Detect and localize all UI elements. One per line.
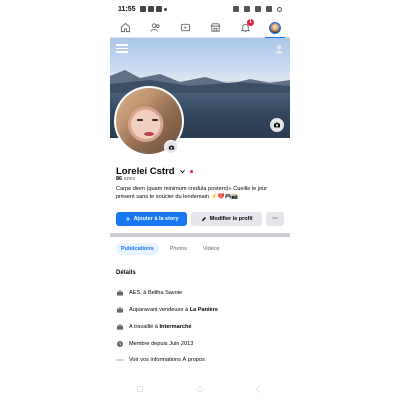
camera-icon — [274, 122, 280, 128]
plus-icon — [125, 217, 130, 221]
marketplace-icon — [210, 23, 220, 32]
friends-icon — [149, 23, 160, 32]
bluetooth-icon — [233, 6, 239, 12]
nav-marketplace[interactable] — [203, 19, 227, 37]
edit-cover-button[interactable] — [270, 118, 284, 132]
detail-text: Auparavant vendeuse à — [129, 307, 190, 313]
profile-avatar-icon — [269, 21, 281, 34]
chevron-down-icon[interactable] — [179, 162, 186, 180]
friends-number: 86 — [116, 176, 123, 182]
profile-name: Lorelei Cstrd — [116, 165, 175, 177]
edit-profile-picture-button[interactable] — [164, 140, 178, 154]
tab-videos[interactable]: Vidéos — [198, 243, 225, 255]
pencil-icon — [201, 217, 206, 221]
home-circle-icon[interactable] — [197, 386, 203, 392]
work-icon — [117, 307, 123, 313]
detail-text: AES, à Bellha Savoie — [129, 290, 183, 296]
phone-screen: 11:55 1 Lorelei Cstrd 86 amis Carpe diem… — [110, 0, 290, 400]
nav-friends[interactable] — [143, 19, 167, 37]
see-about-link[interactable]: Voir vos informations À propos — [116, 356, 205, 364]
watch-icon — [180, 23, 190, 32]
battery-icon — [277, 6, 282, 12]
add-story-button[interactable]: Ajouter à la story — [116, 212, 188, 226]
top-nav: 1 — [110, 18, 290, 39]
notification-badge: 1 — [247, 18, 254, 26]
profile-bio: Carpe diem (quam minimum credula postero… — [116, 186, 268, 200]
detail-workplace[interactable]: La Panière — [190, 307, 218, 313]
detail-workplace[interactable]: Intermarché — [159, 324, 191, 330]
more-actions-button[interactable]: ··· — [266, 212, 284, 226]
wifi-icon — [266, 6, 272, 12]
friends-label: amis — [123, 176, 136, 182]
work-icon — [117, 324, 123, 330]
back-icon[interactable] — [255, 384, 265, 394]
right-background — [290, 0, 400, 400]
work-icon — [117, 290, 123, 296]
recent-apps-icon[interactable] — [137, 386, 143, 392]
camera-icon — [168, 144, 174, 150]
detail-text: Membre depuis Juin 2013 — [129, 341, 194, 347]
profile-tabs: Publications Photos Vidéos — [116, 243, 225, 255]
status-bar: 11:55 — [110, 0, 290, 18]
menu-icon[interactable] — [116, 42, 128, 54]
detail-item: AES, à Bellha Savoie — [116, 289, 182, 297]
nav-profile[interactable] — [263, 19, 287, 39]
status-dot — [189, 169, 193, 173]
detail-item: Auparavant vendeuse à La Panière — [116, 306, 218, 314]
nav-home[interactable] — [113, 19, 137, 37]
clock-icon — [117, 341, 123, 347]
tab-publications[interactable]: Publications — [116, 243, 159, 255]
status-right-icons — [233, 6, 282, 12]
profile-actions: Ajouter à la story Modifier le profil ··… — [116, 212, 284, 226]
dot-status-icon — [163, 7, 167, 11]
more-label: ··· — [272, 216, 278, 222]
edit-profile-label: Modifier le profil — [209, 216, 253, 222]
more-icon — [117, 359, 123, 361]
add-story-label: Ajouter à la story — [133, 216, 179, 222]
alarm-icon — [244, 6, 250, 12]
section-divider — [110, 233, 290, 237]
detail-item: A travaillé à Intermarché — [116, 323, 192, 331]
detail-text: Voir vos informations À propos — [129, 357, 205, 363]
friends-count[interactable]: 86 amis — [116, 176, 135, 182]
nav-notifications[interactable]: 1 — [233, 18, 257, 37]
signal-icon — [255, 6, 261, 12]
home-icon — [120, 22, 130, 33]
messenger-status-icon — [139, 6, 146, 12]
nav-watch[interactable] — [173, 19, 197, 37]
facebook-status-icon — [155, 6, 162, 12]
status-time: 11:55 — [118, 5, 136, 13]
tab-photos[interactable]: Photos — [165, 243, 192, 255]
left-background — [0, 0, 110, 400]
gallery-status-icon — [147, 6, 154, 12]
detail-item: Membre depuis Juin 2013 — [116, 340, 193, 348]
person-silhouette-icon — [275, 45, 283, 54]
detail-text: A travaillé à — [129, 324, 160, 330]
details-title: Détails — [116, 270, 136, 276]
system-nav-bar — [110, 382, 290, 396]
edit-profile-button[interactable]: Modifier le profil — [191, 212, 263, 226]
